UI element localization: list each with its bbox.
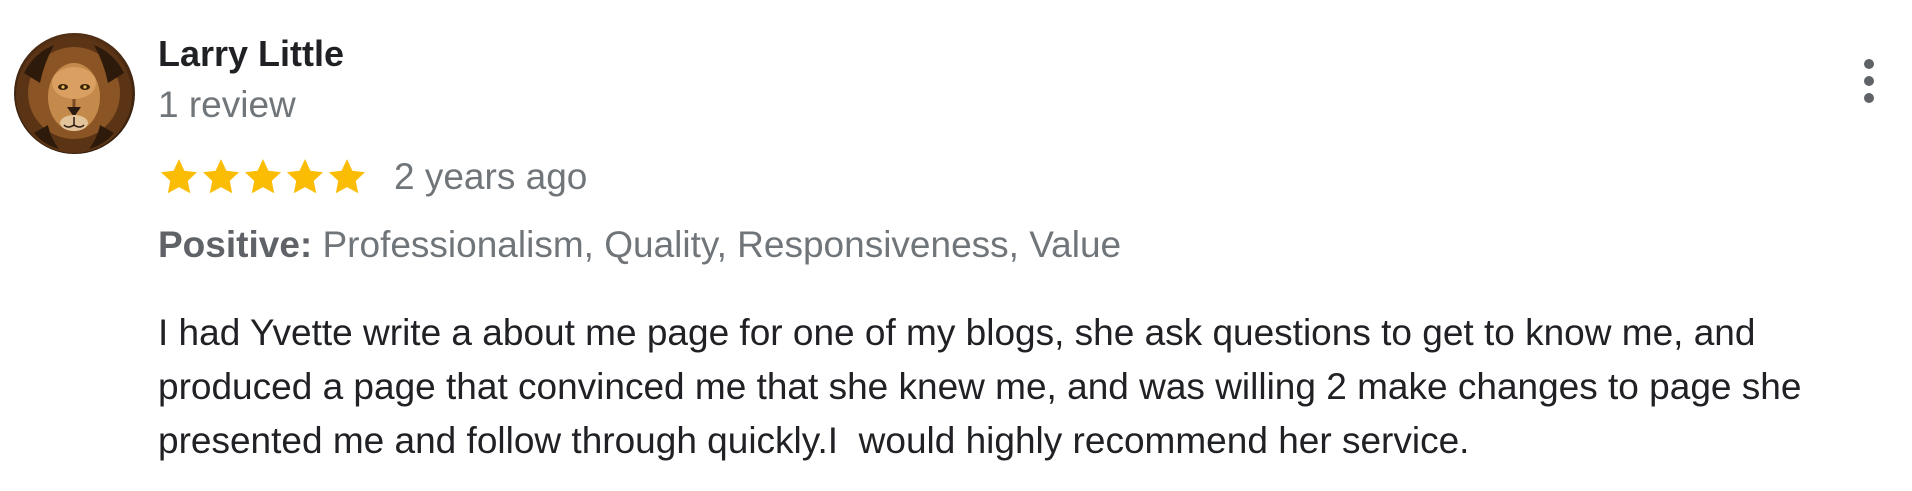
star-icon	[286, 159, 324, 194]
review-attributes: Positive: Professionalism, Quality, Resp…	[158, 222, 1121, 268]
attributes-values: Professionalism, Quality, Responsiveness…	[312, 224, 1122, 265]
avatar[interactable]	[14, 33, 135, 154]
star-icon	[328, 159, 366, 194]
star-icon	[244, 159, 282, 194]
more-options-button[interactable]	[1852, 56, 1886, 106]
review-card: Larry Little 1 review 2 years ago Positi…	[0, 0, 1912, 491]
more-vert-icon	[1864, 59, 1874, 103]
star-rating	[158, 156, 368, 198]
rating-row: 2 years ago	[158, 152, 587, 202]
review-date: 2 years ago	[394, 156, 588, 197]
author-name[interactable]: Larry Little	[158, 32, 344, 76]
review-text: I had Yvette write a about me page for o…	[158, 312, 1812, 461]
attributes-label: Positive:	[158, 224, 313, 265]
author-review-count[interactable]: 1 review	[158, 82, 296, 128]
star-icon	[202, 159, 240, 194]
star-icon	[160, 159, 198, 194]
lion-avatar-icon	[16, 37, 132, 153]
